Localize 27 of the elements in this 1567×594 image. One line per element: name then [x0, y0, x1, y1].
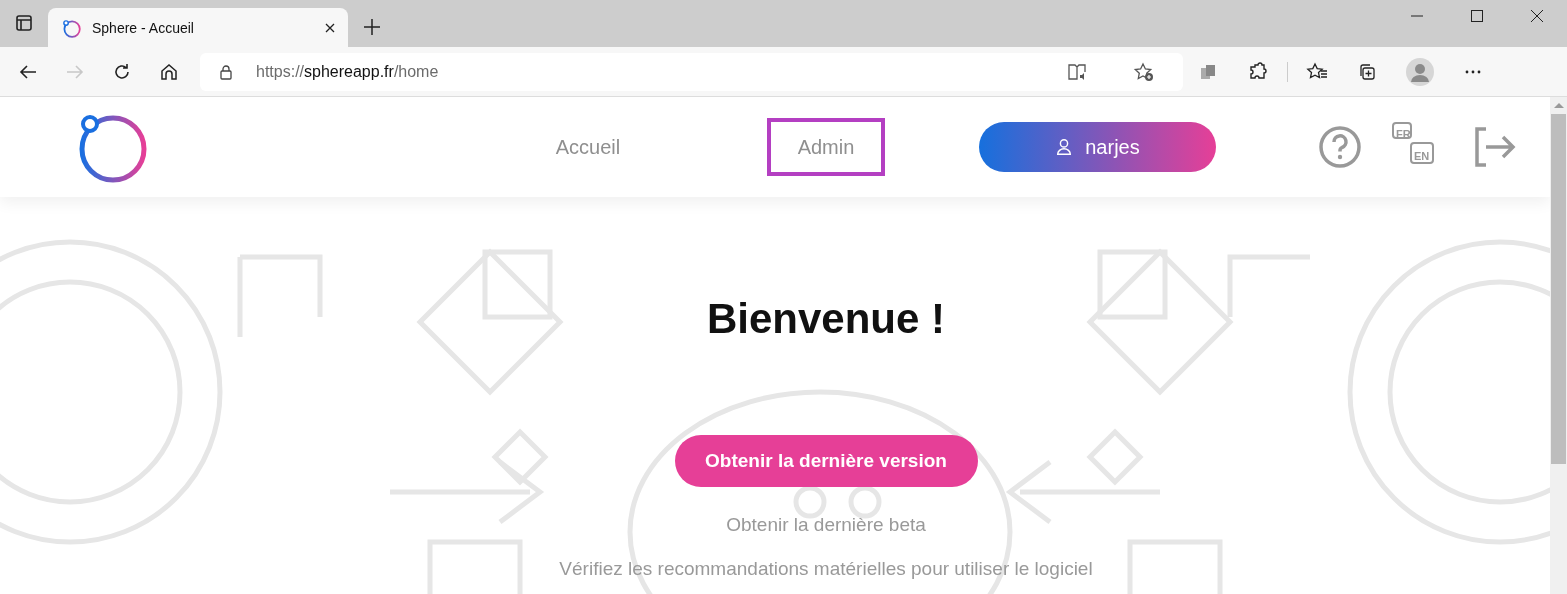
maximize-icon[interactable]: [1470, 9, 1484, 23]
logout-icon[interactable]: [1472, 125, 1516, 169]
read-aloud-icon[interactable]: [1067, 61, 1089, 82]
close-window-icon[interactable]: [1530, 9, 1544, 23]
scrollbar[interactable]: [1550, 97, 1567, 594]
extensions-icon[interactable]: [1247, 61, 1269, 82]
nav-link[interactable]: Admin: [767, 118, 885, 176]
download-button[interactable]: Obtenir la dernière version: [674, 435, 978, 487]
address-field[interactable]: https://sphereapp.fr/home: [200, 52, 1183, 91]
close-tab-icon[interactable]: [324, 21, 336, 34]
home-icon[interactable]: [159, 61, 179, 82]
url-text: https://sphereapp.fr/home: [256, 62, 439, 81]
browser-tab[interactable]: Sphere - Accueil: [48, 8, 348, 47]
add-favorite-icon[interactable]: [1133, 61, 1155, 82]
language-code: EN: [1410, 142, 1434, 164]
beta-link[interactable]: Obtenir la dernière beta: [726, 514, 926, 536]
lock-icon: [218, 63, 234, 80]
user-icon: [1055, 138, 1074, 156]
help-icon[interactable]: [1318, 125, 1362, 169]
nav-link[interactable]: Accueil: [529, 118, 647, 176]
profile-avatar-icon[interactable]: [1406, 57, 1434, 86]
new-tab-icon[interactable]: [362, 17, 382, 37]
refresh-icon[interactable]: [112, 61, 132, 82]
welcome-title: Bienvenue !: [706, 295, 946, 343]
requirements-link[interactable]: Vérifiez les recommandations matérielles pour utiliser le logiciel: [559, 558, 1093, 580]
tab-actions-icon[interactable]: [14, 13, 34, 33]
user-button[interactable]: narjes: [979, 122, 1216, 172]
